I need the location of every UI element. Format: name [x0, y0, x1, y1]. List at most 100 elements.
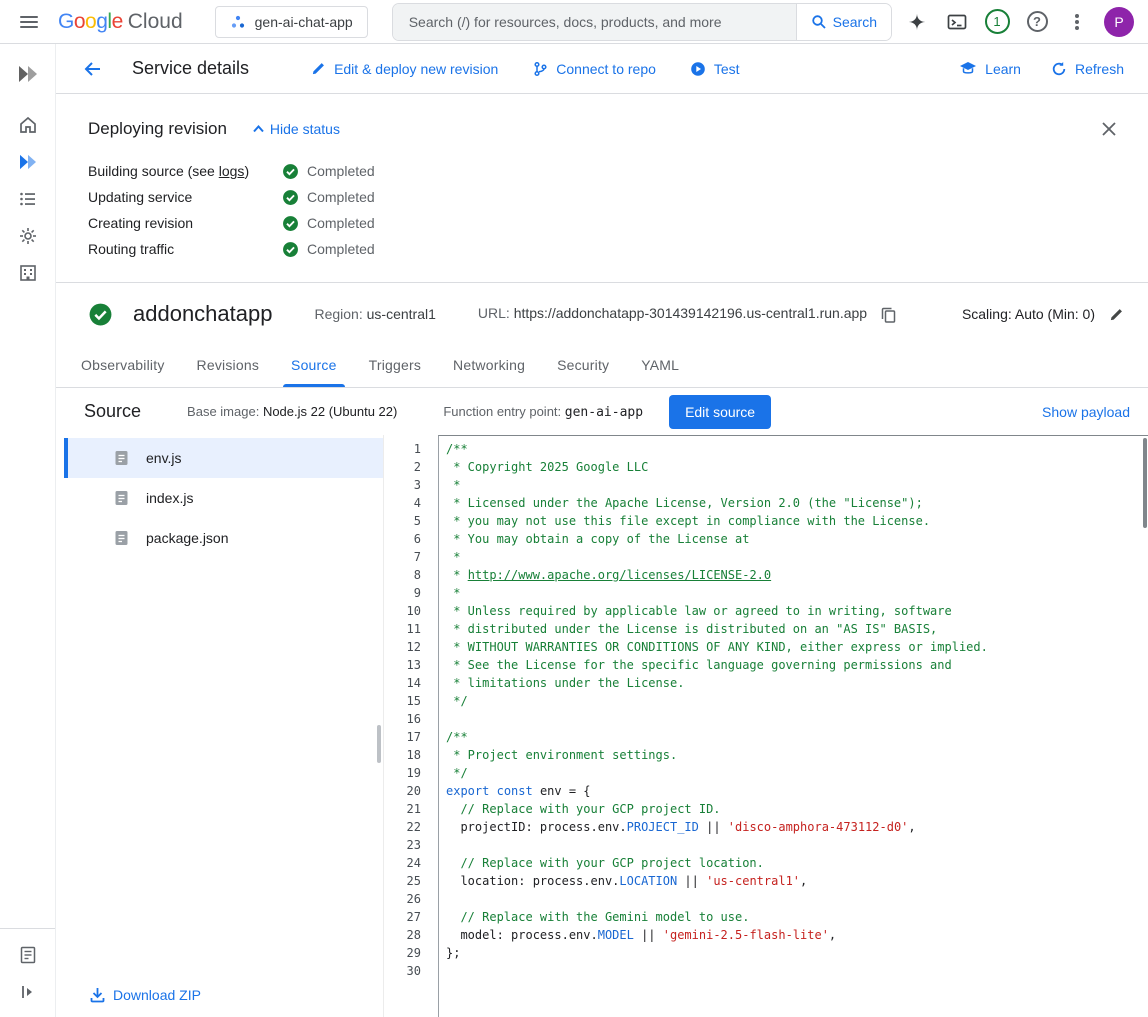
rail-organization[interactable]	[10, 255, 46, 291]
search-button[interactable]: Search	[796, 4, 891, 40]
project-name: gen-ai-chat-app	[255, 14, 353, 30]
project-picker[interactable]: gen-ai-chat-app	[215, 6, 368, 38]
service-region: Region: us-central1	[314, 306, 435, 322]
code-line: };	[446, 944, 1148, 962]
notifications-button[interactable]: 1	[978, 3, 1016, 41]
more-options-button[interactable]	[1058, 3, 1096, 41]
avatar[interactable]: P	[1104, 7, 1134, 37]
search-icon	[811, 14, 827, 30]
code-line: /**	[446, 440, 1148, 458]
code-line	[446, 710, 1148, 728]
logs-link[interactable]: logs	[219, 163, 245, 179]
main-menu-button[interactable]	[10, 3, 48, 41]
learn-button[interactable]: Learn	[959, 61, 1021, 77]
step-status-text: Completed	[307, 215, 375, 231]
code-editor[interactable]: 1234567891011121314151617181920212223242…	[383, 435, 1148, 1017]
refresh-icon	[1051, 61, 1067, 77]
deploy-step-row: Building source (see logs)Completed	[88, 158, 1124, 184]
left-rail	[0, 44, 56, 1017]
region-value: us-central1	[367, 306, 436, 322]
hide-status-label: Hide status	[270, 121, 340, 137]
connect-repo-button[interactable]: Connect to repo	[532, 61, 656, 77]
tab-yaml[interactable]: YAML	[625, 343, 695, 387]
check-circle-icon	[282, 189, 299, 206]
entry-point-value: gen-ai-app	[565, 405, 643, 420]
line-number: 19	[384, 764, 438, 782]
close-panel-button[interactable]	[1094, 114, 1124, 144]
search-input[interactable]	[393, 4, 796, 40]
learn-label: Learn	[985, 61, 1021, 77]
deploy-step-row: Routing trafficCompleted	[88, 236, 1124, 262]
rail-home[interactable]	[10, 107, 46, 143]
repo-branch-icon	[532, 61, 548, 77]
file-item-package.json[interactable]: package.json	[64, 518, 383, 558]
cloud-run-services-icon	[18, 154, 38, 170]
code-line: *	[446, 548, 1148, 566]
file-panel-scrollbar[interactable]	[377, 725, 381, 763]
cloud-run-logo-icon	[17, 65, 39, 83]
learn-icon	[959, 61, 977, 76]
logo-letter: g	[96, 10, 107, 33]
tab-observability[interactable]: Observability	[65, 343, 181, 387]
back-arrow-icon	[84, 61, 102, 77]
source-toolbar: Source Base image: Node.js 22 (Ubuntu 22…	[56, 388, 1148, 435]
help-icon: ?	[1027, 11, 1048, 32]
file-icon	[114, 490, 129, 506]
tab-triggers[interactable]: Triggers	[353, 343, 437, 387]
rail-cloud-run-services[interactable]	[10, 144, 46, 180]
url-value[interactable]: https://addonchatapp-301439142196.us-cen…	[514, 305, 867, 321]
line-number: 9	[384, 584, 438, 602]
code-line: * Copyright 2025 Google LLC	[446, 458, 1148, 476]
service-url: URL: https://addonchatapp-301439142196.u…	[478, 305, 896, 322]
service-header: addonchatapp Region: us-central1 URL: ht…	[56, 283, 1148, 343]
gemini-button[interactable]	[898, 3, 936, 41]
line-number: 11	[384, 620, 438, 638]
code-line: * See the License for the specific langu…	[446, 656, 1148, 674]
rail-revisions-list[interactable]	[10, 181, 46, 217]
line-number: 29	[384, 944, 438, 962]
tab-source[interactable]: Source	[275, 343, 353, 387]
hide-status-toggle[interactable]: Hide status	[253, 121, 340, 137]
rail-integrations[interactable]	[10, 218, 46, 254]
line-number: 13	[384, 656, 438, 674]
rail-collapse-toggle[interactable]	[10, 974, 46, 1010]
logo-letter: G	[58, 10, 74, 33]
test-button[interactable]: Test	[690, 61, 740, 77]
tab-networking[interactable]: Networking	[437, 343, 541, 387]
code-line: *	[446, 584, 1148, 602]
help-button[interactable]: ?	[1018, 3, 1056, 41]
check-circle-icon	[282, 163, 299, 180]
download-zip-label: Download ZIP	[113, 987, 201, 1003]
back-button[interactable]	[74, 50, 112, 88]
line-number: 21	[384, 800, 438, 818]
refresh-button[interactable]: Refresh	[1051, 61, 1124, 77]
edit-scaling-icon[interactable]	[1109, 307, 1124, 322]
file-item-env.js[interactable]: env.js	[64, 438, 383, 478]
copy-url-button[interactable]	[881, 307, 896, 323]
cloud-shell-button[interactable]	[938, 3, 976, 41]
tab-security[interactable]: Security	[541, 343, 625, 387]
file-item-index.js[interactable]: index.js	[64, 478, 383, 518]
editor-scrollbar[interactable]	[1143, 438, 1147, 528]
code-line: location: process.env.LOCATION || 'us-ce…	[446, 872, 1148, 890]
line-number: 15	[384, 692, 438, 710]
line-number: 27	[384, 908, 438, 926]
code-line: // Replace with your GCP project ID.	[446, 800, 1148, 818]
release-notes-icon	[19, 946, 37, 964]
edit-source-button[interactable]: Edit source	[669, 395, 771, 429]
file-name: index.js	[146, 490, 193, 506]
code-line: // Replace with your GCP project locatio…	[446, 854, 1148, 872]
source-heading: Source	[84, 401, 141, 422]
rail-bottom	[0, 928, 55, 1017]
connect-repo-label: Connect to repo	[556, 61, 656, 77]
deploy-step-label: Building source (see logs)	[88, 163, 282, 179]
edit-deploy-button[interactable]: Edit & deploy new revision	[311, 61, 498, 77]
source-body: env.jsindex.jspackage.json Download ZIP …	[56, 435, 1148, 1017]
rail-release-notes[interactable]	[10, 937, 46, 973]
editor-code[interactable]: /** * Copyright 2025 Google LLC * * Lice…	[438, 435, 1148, 1017]
base-image: Base image: Node.js 22 (Ubuntu 22)	[187, 404, 397, 419]
tab-revisions[interactable]: Revisions	[181, 343, 276, 387]
deploy-step-status: Completed	[282, 215, 375, 232]
show-payload-link[interactable]: Show payload	[1042, 404, 1130, 420]
download-zip-button[interactable]: Download ZIP	[64, 987, 383, 1003]
